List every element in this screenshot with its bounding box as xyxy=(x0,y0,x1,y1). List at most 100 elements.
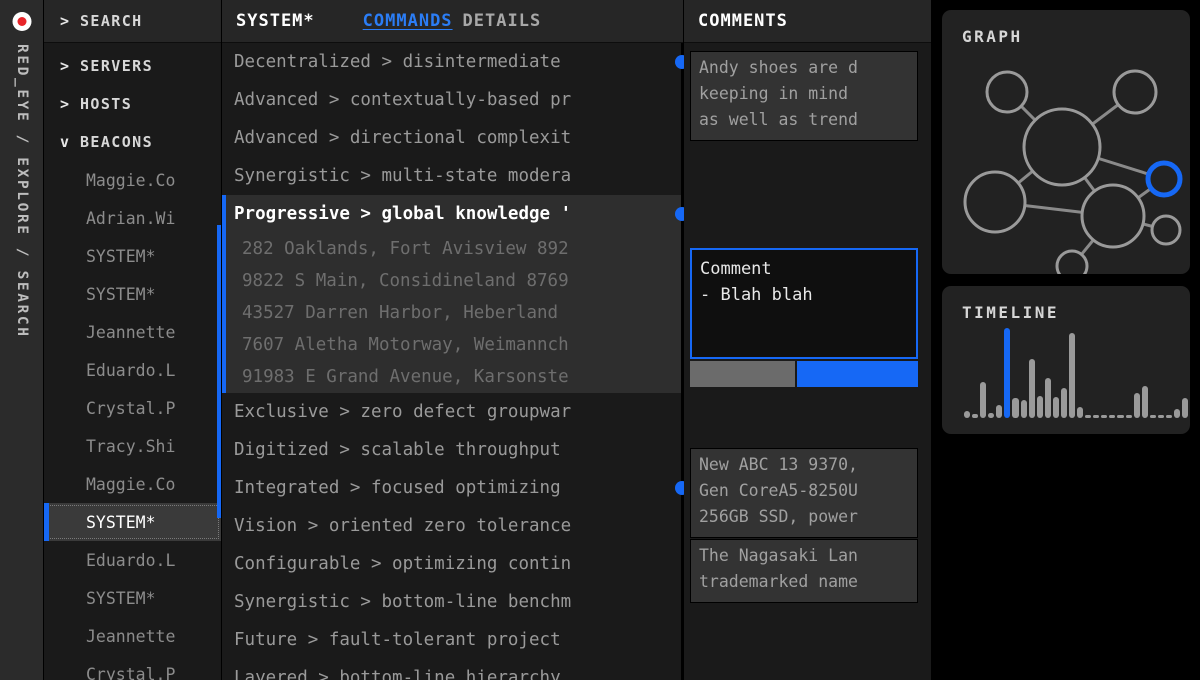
list-item[interactable]: Tracy.Shi xyxy=(44,427,221,465)
list-item[interactable]: SYSTEM* xyxy=(44,237,221,275)
graph-node[interactable] xyxy=(1080,183,1146,249)
timeline-bar[interactable] xyxy=(1069,332,1076,418)
list-item[interactable]: Jeannette xyxy=(44,617,221,655)
chevron-down-icon: v xyxy=(60,133,70,151)
list-item[interactable]: Eduardo.L xyxy=(44,541,221,579)
timeline-bar[interactable] xyxy=(1060,388,1068,418)
command-row[interactable]: Digitized > scalable throughput xyxy=(222,431,683,469)
tab-bar: COMMANDS DETAILS xyxy=(363,11,542,31)
list-item[interactable]: Maggie.Co xyxy=(44,161,221,199)
sidebar-group-label: SERVERS xyxy=(80,57,154,75)
timeline-bar[interactable] xyxy=(1020,400,1027,418)
beacon-scrollbar-thumb[interactable] xyxy=(217,225,221,518)
command-row[interactable]: Synergistic > multi-state modera xyxy=(222,157,683,195)
list-item[interactable]: Maggie.Co xyxy=(44,465,221,503)
timeline-bar[interactable] xyxy=(1109,415,1116,418)
command-detail-line: 91983 E Grand Avenue, Karsonste xyxy=(242,367,569,387)
comment-card[interactable]: New ABC 13 9370, Gen CoreA5-8250U 256GB … xyxy=(690,448,918,538)
timeline-bar[interactable] xyxy=(1174,409,1181,418)
command-row[interactable]: Progressive > global knowledge ' xyxy=(222,195,683,233)
list-item[interactable]: Crystal.P xyxy=(44,389,221,427)
comment-card[interactable]: Andy shoes are d keeping in mind as well… xyxy=(690,51,918,141)
command-list[interactable]: Decentralized > disintermediate Advanced … xyxy=(222,43,683,680)
graph-node[interactable] xyxy=(1150,214,1182,246)
timeline-bar[interactable] xyxy=(1141,385,1148,418)
graph-panel[interactable]: GRAPH xyxy=(942,10,1190,274)
tab-details[interactable]: DETAILS xyxy=(463,11,542,31)
timeline-bar[interactable] xyxy=(1149,415,1156,418)
submit-button[interactable] xyxy=(797,361,918,387)
list-item[interactable]: SYSTEM* xyxy=(44,579,221,617)
sidebar: > SEARCH > SERVERS > HOSTS v BEACONS Maggie.C… xyxy=(44,0,222,680)
beacon-label: Eduardo.L xyxy=(86,550,176,570)
timeline-bar[interactable] xyxy=(1101,415,1108,418)
command-detail-block: 282 Oaklands, Fort Avisview 892 9822 S Ma… xyxy=(222,233,683,393)
tab-commands[interactable]: COMMANDS xyxy=(363,11,453,31)
command-row[interactable]: Decentralized > disintermediate xyxy=(222,43,683,81)
timeline-bar[interactable] xyxy=(1165,415,1173,418)
chevron-right-icon: > xyxy=(60,12,70,30)
command-row[interactable]: Layered > bottom-line hierarchy xyxy=(222,659,683,680)
command-label: Integrated > focused optimizing xyxy=(234,478,561,498)
graph-node[interactable] xyxy=(963,170,1027,234)
sidebar-group-hosts[interactable]: > HOSTS xyxy=(44,85,221,123)
timeline-bar[interactable] xyxy=(1012,398,1019,418)
command-row[interactable]: Synergistic > bottom-line benchm xyxy=(222,583,683,621)
command-row[interactable]: Configurable > optimizing contin xyxy=(222,545,683,583)
command-row[interactable]: Integrated > focused optimizing xyxy=(222,469,683,507)
timeline-bar[interactable] xyxy=(996,405,1003,418)
comment-input[interactable] xyxy=(690,248,918,359)
timeline-bar[interactable] xyxy=(1052,397,1059,418)
beacon-scrollbar[interactable] xyxy=(217,161,221,680)
graph-node[interactable] xyxy=(985,70,1029,114)
app-window: RED_EYE / EXPLORE / SEARCH > SEARCH > SER… xyxy=(0,0,1200,680)
command-row[interactable]: Vision > oriented zero tolerance xyxy=(222,507,683,545)
cancel-button[interactable] xyxy=(690,361,795,387)
graph-node[interactable] xyxy=(1112,69,1158,115)
list-item[interactable]: Eduardo.L xyxy=(44,351,221,389)
timeline-bar[interactable] xyxy=(1036,396,1043,418)
beacon-label: SYSTEM* xyxy=(86,588,156,608)
sidebar-group-servers[interactable]: > SERVERS xyxy=(44,47,221,85)
comment-card[interactable]: The Nagasaki Lan trademarked name xyxy=(690,539,918,603)
timeline-bar[interactable] xyxy=(1133,392,1140,418)
timeline-bar[interactable] xyxy=(1125,415,1132,418)
graph-panel-title: GRAPH xyxy=(962,27,1023,46)
beacon-label: SYSTEM* xyxy=(86,512,156,532)
timeline-bar[interactable] xyxy=(988,412,995,418)
list-item[interactable]: Jeannette xyxy=(44,313,221,351)
graph-visualization[interactable] xyxy=(950,54,1190,274)
list-item[interactable]: Adrian.Wi xyxy=(44,199,221,237)
graph-node[interactable] xyxy=(1055,249,1089,274)
beacon-label: Tracy.Shi xyxy=(86,436,176,456)
graph-node[interactable] xyxy=(1022,107,1102,187)
sidebar-group-label: HOSTS xyxy=(80,95,133,113)
list-item[interactable]: SYSTEM* xyxy=(44,275,221,313)
sidebar-item-search[interactable]: > SEARCH xyxy=(44,0,221,43)
command-label: Advanced > contextually-based pr xyxy=(234,90,572,110)
timeline-bar[interactable] xyxy=(980,382,987,418)
command-label: Exclusive > zero defect groupwar xyxy=(234,402,572,422)
command-row[interactable]: Advanced > directional complexit xyxy=(222,119,683,157)
timeline-bar[interactable] xyxy=(1093,415,1100,418)
timeline-bar[interactable] xyxy=(1117,415,1124,418)
graph-node-selected[interactable] xyxy=(1145,160,1183,198)
timeline-bar[interactable] xyxy=(1044,378,1051,418)
command-row[interactable]: Exclusive > zero defect groupwar xyxy=(222,393,683,431)
command-row[interactable]: Advanced > contextually-based pr xyxy=(222,81,683,119)
beacon-list[interactable]: Maggie.Co Adrian.Wi SYSTEM* SYSTEM* Jeannett… xyxy=(44,161,221,680)
timeline-bar[interactable] xyxy=(1004,328,1011,418)
timeline-bar[interactable] xyxy=(1085,415,1092,418)
list-item[interactable]: SYSTEM* xyxy=(44,503,221,541)
sidebar-group-beacons[interactable]: v BEACONS xyxy=(44,123,221,161)
timeline-bar[interactable] xyxy=(1182,398,1189,418)
timeline-bar[interactable] xyxy=(1028,358,1035,418)
timeline-bar[interactable] xyxy=(972,413,979,418)
timeline-chart[interactable] xyxy=(964,328,1189,418)
timeline-bar[interactable] xyxy=(1077,407,1084,418)
command-row[interactable]: Future > fault-tolerant project xyxy=(222,621,683,659)
timeline-panel[interactable]: TIMELINE xyxy=(942,286,1190,434)
timeline-bar[interactable] xyxy=(1157,415,1164,418)
list-item[interactable]: Crystal.P xyxy=(44,655,221,680)
timeline-bar[interactable] xyxy=(964,410,971,418)
